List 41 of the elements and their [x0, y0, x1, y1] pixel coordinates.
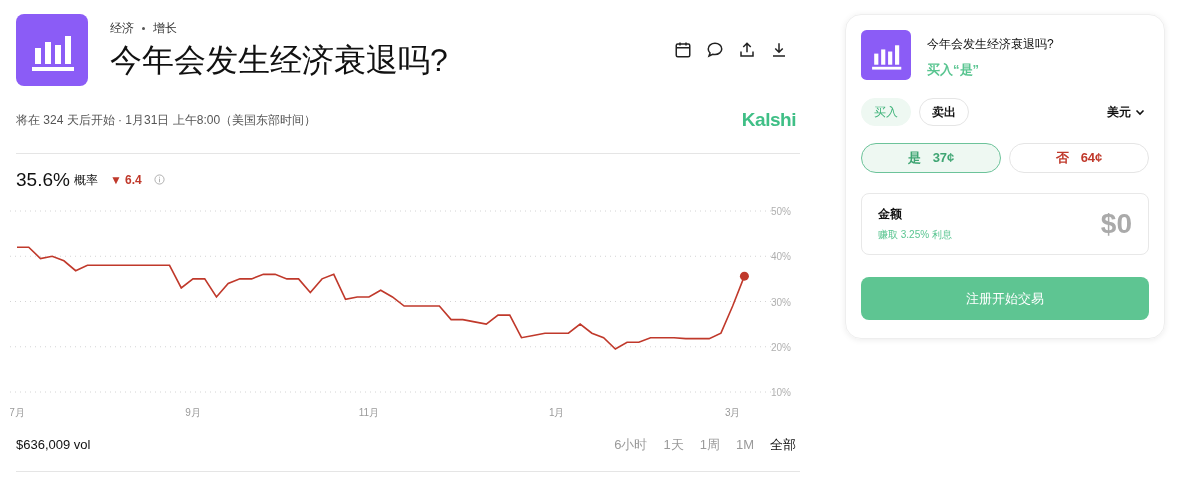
volume-text: $636,009 vol: [16, 436, 91, 454]
schedule-text: 将在 324 天后开始 · 1月31日 上午8:00（美国东部时间）: [16, 112, 317, 129]
amount-label: 金额: [878, 206, 903, 222]
y-axis-label: 20%: [771, 341, 791, 353]
share-icon[interactable]: [738, 41, 756, 59]
card-title: 今年会发生经济衰退吗?: [927, 36, 1054, 52]
range-tab[interactable]: 1天: [663, 435, 684, 455]
comment-icon[interactable]: [706, 41, 724, 59]
probability-value: 35.6%: [16, 167, 70, 192]
breadcrumb-link[interactable]: 增长: [153, 20, 177, 36]
brand-logo: Kalshi: [741, 108, 796, 132]
probability-label: 概率: [73, 171, 98, 188]
current-point: [739, 271, 749, 281]
y-axis-label: 50%: [771, 206, 791, 217]
y-axis-label: 10%: [771, 387, 791, 398]
outcome-button[interactable]: 否 64¢: [1009, 143, 1149, 173]
amount-value: $0: [1100, 207, 1132, 241]
range-tab[interactable]: 全部: [770, 435, 796, 455]
range-tab[interactable]: 6小时: [614, 435, 648, 455]
market-title: 今年会发生经济衰退吗?: [110, 41, 448, 80]
chart-bars-icon: [861, 30, 911, 80]
interest-text: 赚取 3.25% 利息: [878, 228, 952, 242]
x-axis-label: 11月: [358, 407, 380, 418]
x-axis-label: 3月: [724, 407, 741, 418]
breadcrumb-link[interactable]: 经济: [110, 20, 134, 36]
chart-bars-icon: [16, 14, 88, 86]
x-axis-label: 1月: [548, 407, 565, 418]
x-axis-label: 7月: [10, 407, 25, 418]
side-tab[interactable]: 卖出: [919, 98, 969, 126]
x-axis-label: 9月: [185, 407, 201, 418]
outcome-button[interactable]: 是 37¢: [861, 143, 1001, 173]
y-axis-label: 40%: [771, 251, 791, 263]
y-axis-label: 30%: [771, 296, 791, 308]
range-tab[interactable]: 1周: [699, 435, 720, 455]
chevron-down-icon: [1135, 107, 1145, 117]
currency-dropdown[interactable]: 美元: [1107, 104, 1145, 120]
change-value: ▼ 6.4: [109, 171, 142, 188]
calendar-icon[interactable]: [674, 41, 692, 59]
download-icon[interactable]: [770, 41, 788, 59]
amount-field[interactable]: 金额 赚取 3.25% 利息 $0: [861, 193, 1149, 255]
card-subtitle: 买入“是”: [927, 61, 980, 79]
